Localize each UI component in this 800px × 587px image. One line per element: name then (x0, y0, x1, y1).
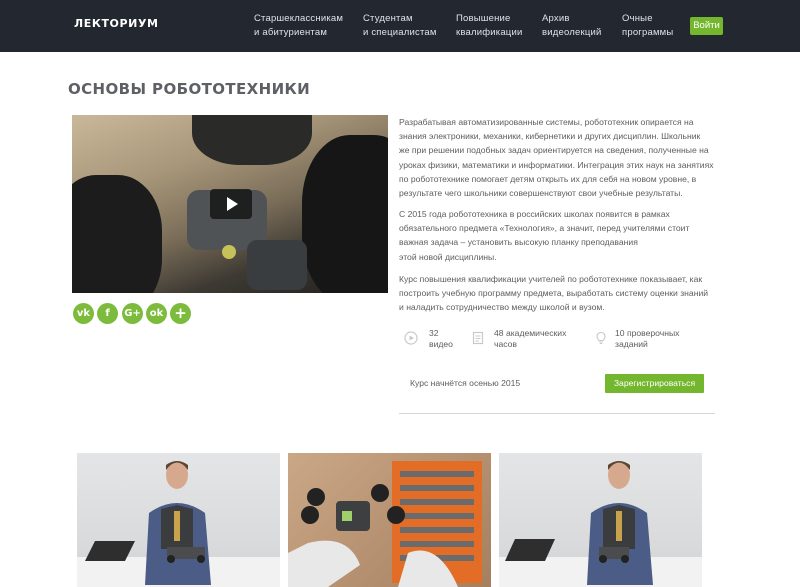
text-line: С 2015 года робототехника в российских ш… (399, 209, 670, 219)
text-line: Разрабатывая автоматизированные системы,… (399, 117, 694, 127)
stat-videos: 32 видео (429, 328, 453, 350)
text-line: по робототехнике помогает детям открыть … (399, 173, 697, 184)
text-line: же при решении подобных задач ориентируе… (399, 145, 709, 156)
stat-value: 32 (429, 328, 439, 338)
lecture-thumbnail-3[interactable] (499, 453, 702, 587)
video-figure (302, 135, 388, 293)
text-line: построить учебную программу предмета, вы… (399, 288, 709, 299)
stat-label: заданий (615, 339, 648, 349)
lecture-thumbnail-1[interactable] (77, 453, 280, 587)
lecturer-image (77, 461, 280, 587)
nav-label: Студентам (363, 13, 413, 24)
description-paragraph-1: Разрабатывая автоматизированные системы,… (399, 115, 717, 200)
lightbulb-icon (596, 331, 606, 344)
nav-item-students[interactable]: Студентам и специалистам (363, 12, 437, 40)
video-robot (247, 240, 307, 290)
divider (399, 413, 715, 414)
stat-hours: 48 академических часов (494, 328, 566, 350)
video-figure (192, 115, 312, 165)
facebook-icon[interactable]: f (97, 303, 118, 324)
text-line: обязательного предмета «Технология», а з… (399, 223, 690, 234)
nav-item-high-school[interactable]: Старшеклассникам и абитуриентам (254, 12, 343, 40)
odnoklassniki-icon[interactable]: ok (146, 303, 167, 324)
stat-value: 10 проверочных (615, 328, 680, 338)
stat-assignments: 10 проверочных заданий (615, 328, 679, 350)
nav-item-qualification[interactable]: Повышение квалификации (456, 12, 522, 40)
robot-kit-image (288, 461, 482, 587)
text-line: важная задача – установить высокую планк… (399, 237, 638, 248)
google-plus-icon[interactable]: G+ (122, 303, 143, 324)
play-circle-icon (404, 331, 418, 345)
nav-label: программы (622, 27, 674, 38)
logo[interactable]: ЛЕКТОРИУМ (74, 17, 159, 30)
stat-value: 48 академических (494, 328, 567, 338)
nav-item-archive[interactable]: Архив видеолекций (542, 12, 602, 40)
text-line: знания электроники, механики, кибернетик… (399, 131, 701, 142)
nav-label: и абитуриентам (254, 27, 328, 38)
text-line: результате чего школьники совершенствуют… (399, 188, 683, 199)
nav-label: Повышение (456, 13, 511, 24)
register-button[interactable]: Зарегистрироваться (605, 374, 704, 393)
vk-icon[interactable]: vk (73, 303, 94, 324)
document-icon (472, 331, 484, 345)
lecturer-image (499, 461, 702, 587)
stat-label: видео (429, 339, 453, 349)
lecture-thumbnail-2[interactable] (288, 453, 491, 587)
text-line: Курс повышения квалификации учителей по … (399, 274, 703, 284)
text-line: этой новой дисциплины. (399, 251, 497, 262)
top-header: ЛЕКТОРИУМ Старшеклассникам и абитуриента… (0, 0, 800, 52)
play-button[interactable] (210, 189, 252, 219)
description-paragraph-2: С 2015 года робототехника в российских ш… (399, 207, 717, 264)
text-line: и наладить сотрудничество между школой и… (399, 302, 605, 313)
nav-label: видеолекций (542, 27, 602, 38)
nav-label: Архив (542, 13, 570, 24)
nav-label: и специалистам (363, 27, 437, 38)
video-figure (72, 175, 162, 293)
nav-label: Очные (622, 13, 653, 24)
course-start-text: Курс начнётся осенью 2015 (410, 378, 521, 388)
login-button[interactable]: Войти (690, 17, 723, 35)
nav-item-offline[interactable]: Очные программы (622, 12, 673, 40)
description-paragraph-3: Курс повышения квалификации учителей по … (399, 272, 717, 315)
nav-label: квалификации (456, 27, 523, 38)
add-share-icon[interactable]: + (170, 303, 191, 324)
stat-label: часов (494, 339, 517, 349)
nav-label: Старшеклассникам (254, 13, 344, 24)
text-line: уроках физики, математики и информатики.… (399, 159, 714, 170)
video-robot-part (222, 245, 236, 259)
page-title: ОСНОВЫ РОБОТОТЕХНИКИ (68, 80, 311, 98)
